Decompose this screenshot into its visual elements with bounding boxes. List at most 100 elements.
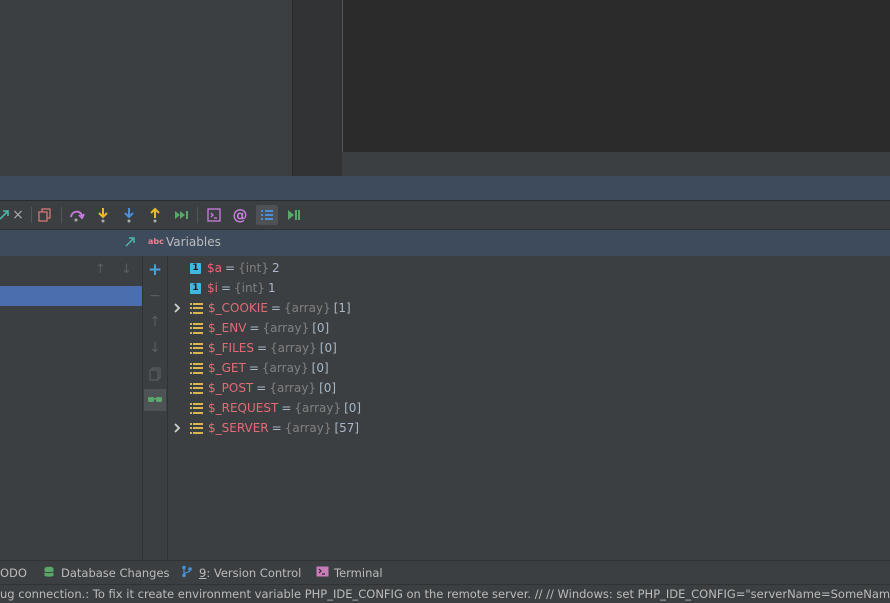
array-variable-icon xyxy=(190,422,203,434)
variable-type: {array} xyxy=(262,321,310,335)
watch-expression-icon[interactable]: @ xyxy=(230,205,250,225)
equals-sign: = xyxy=(256,341,268,355)
variable-name: $_ENV xyxy=(208,321,247,335)
variable-name: $_COOKIE xyxy=(208,301,268,315)
database-changes-label: Database Changes xyxy=(61,566,170,580)
run-to-cursor-button[interactable] xyxy=(171,205,191,225)
array-variable-icon xyxy=(190,362,203,374)
show-watches-glasses-icon[interactable] xyxy=(144,389,166,411)
array-variable-icon xyxy=(190,302,203,314)
terminal-tool-button[interactable]: Terminal xyxy=(316,561,383,585)
equals-sign: = xyxy=(271,421,282,435)
variable-value: [0] xyxy=(319,381,337,395)
equals-sign: = xyxy=(220,281,232,295)
version-control-shortcut: 9 xyxy=(199,566,207,580)
remove-watch-icon[interactable]: − xyxy=(143,285,167,307)
array-variable-icon xyxy=(190,322,203,334)
expand-arrow-icon[interactable] xyxy=(170,423,184,433)
selected-stack-frame[interactable] xyxy=(0,286,142,306)
external-link-icon[interactable] xyxy=(124,236,136,251)
force-step-into-button[interactable] xyxy=(119,205,139,225)
expand-arrow-icon[interactable] xyxy=(170,303,184,313)
variable-name: $_GET xyxy=(208,361,246,375)
move-watch-up-icon[interactable]: ↑ xyxy=(143,311,167,333)
variable-value: [0] xyxy=(312,321,330,335)
variable-name: $i xyxy=(207,281,218,295)
equals-sign: = xyxy=(225,261,236,275)
copy-icon[interactable] xyxy=(143,363,167,385)
restore-layout-button[interactable] xyxy=(35,205,55,225)
move-watch-down-icon[interactable]: ↓ xyxy=(143,337,167,359)
resume-program-button[interactable] xyxy=(283,205,303,225)
variable-name: $_REQUEST xyxy=(208,401,279,415)
variable-type: {int} xyxy=(234,281,265,295)
variable-row[interactable]: $_SERVER = {array} [57] xyxy=(170,418,359,438)
variable-row[interactable]: $_REQUEST = {array} [0] xyxy=(170,398,361,418)
tool-window-strip: ODO Database Changes 9 : Version Control… xyxy=(0,560,890,585)
variable-row[interactable]: 1 $a = {int} 2 xyxy=(170,258,280,278)
version-control-label: : Version Control xyxy=(206,566,302,580)
variables-icon: abc xyxy=(148,237,164,246)
database-icon xyxy=(43,566,55,581)
toolbar-separator xyxy=(31,207,32,223)
version-control-tool-button[interactable]: 9 : Version Control xyxy=(181,561,301,585)
variable-value: [0] xyxy=(344,401,362,415)
branch-icon xyxy=(181,565,193,581)
equals-sign: = xyxy=(270,301,281,315)
variable-name: $_SERVER xyxy=(208,421,269,435)
editor-footer xyxy=(342,152,890,176)
variables-tree: 1 $a = {int} 2 1 $i = {int} 1 $_COOKIE = {array} [1] $… xyxy=(168,256,890,560)
step-out-button[interactable] xyxy=(145,205,165,225)
frames-list-button[interactable] xyxy=(256,205,278,225)
array-variable-icon xyxy=(190,382,203,394)
equals-sign: = xyxy=(281,401,292,415)
variables-side-toolbar: + − ↑ ↓ xyxy=(143,256,168,560)
variable-name: $a xyxy=(207,261,222,275)
evaluate-expression-button[interactable] xyxy=(204,205,224,225)
variables-panel-header: abc Variables xyxy=(142,230,890,256)
variable-type: {array} xyxy=(284,421,332,435)
variable-type: {array} xyxy=(283,301,331,315)
step-over-button[interactable] xyxy=(67,205,87,225)
variable-row[interactable]: $_GET = {array} [0] xyxy=(170,358,329,378)
variable-value: [57] xyxy=(334,421,360,435)
status-message[interactable]: ug connection.: To fix it create environ… xyxy=(0,587,890,601)
variable-row[interactable]: 1 $i = {int} 1 xyxy=(170,278,276,298)
variable-type: {array} xyxy=(269,381,317,395)
variable-value: [0] xyxy=(319,341,337,355)
variable-row[interactable]: $_FILES = {array} [0] xyxy=(170,338,337,358)
variable-type: {array} xyxy=(261,361,309,375)
editor-gutter-area xyxy=(0,0,292,176)
previous-frame-arrow-icon[interactable]: ↑ xyxy=(95,262,106,277)
toolbar-separator xyxy=(61,207,62,223)
status-bar: ug connection.: To fix it create environ… xyxy=(0,584,890,603)
variable-value: [0] xyxy=(311,361,329,375)
next-frame-arrow-icon[interactable]: ↓ xyxy=(121,262,132,277)
step-into-button[interactable] xyxy=(93,205,113,225)
variable-row[interactable]: $_COOKIE = {array} [1] xyxy=(170,298,351,318)
int-variable-icon: 1 xyxy=(190,282,201,294)
variable-type: {array} xyxy=(294,401,342,415)
variable-row[interactable]: $_POST = {array} [0] xyxy=(170,378,336,398)
variable-value: 2 xyxy=(271,261,280,275)
variable-value: [1] xyxy=(333,301,351,315)
variables-panel-title: Variables xyxy=(166,235,221,249)
equals-sign: = xyxy=(249,321,260,335)
close-tab-icon[interactable]: × xyxy=(8,205,28,225)
terminal-label: Terminal xyxy=(334,566,383,580)
variable-type: {array} xyxy=(270,341,317,355)
equals-sign: = xyxy=(248,361,259,375)
variable-type: {int} xyxy=(238,261,269,275)
database-changes-tool-button[interactable]: Database Changes xyxy=(43,561,170,585)
variable-value: 1 xyxy=(267,281,276,295)
todo-label: ODO xyxy=(0,566,27,580)
variable-name: $_FILES xyxy=(208,341,254,355)
add-watch-icon[interactable]: + xyxy=(143,259,167,281)
editor-content[interactable] xyxy=(342,0,890,152)
terminal-icon xyxy=(316,566,329,580)
variable-row[interactable]: $_ENV = {array} [0] xyxy=(170,318,329,338)
variable-name: $_POST xyxy=(208,381,254,395)
todo-tool-button[interactable]: ODO xyxy=(0,561,27,585)
editor-line-gutter xyxy=(292,0,343,176)
debug-toolbar: × @ xyxy=(0,201,890,230)
